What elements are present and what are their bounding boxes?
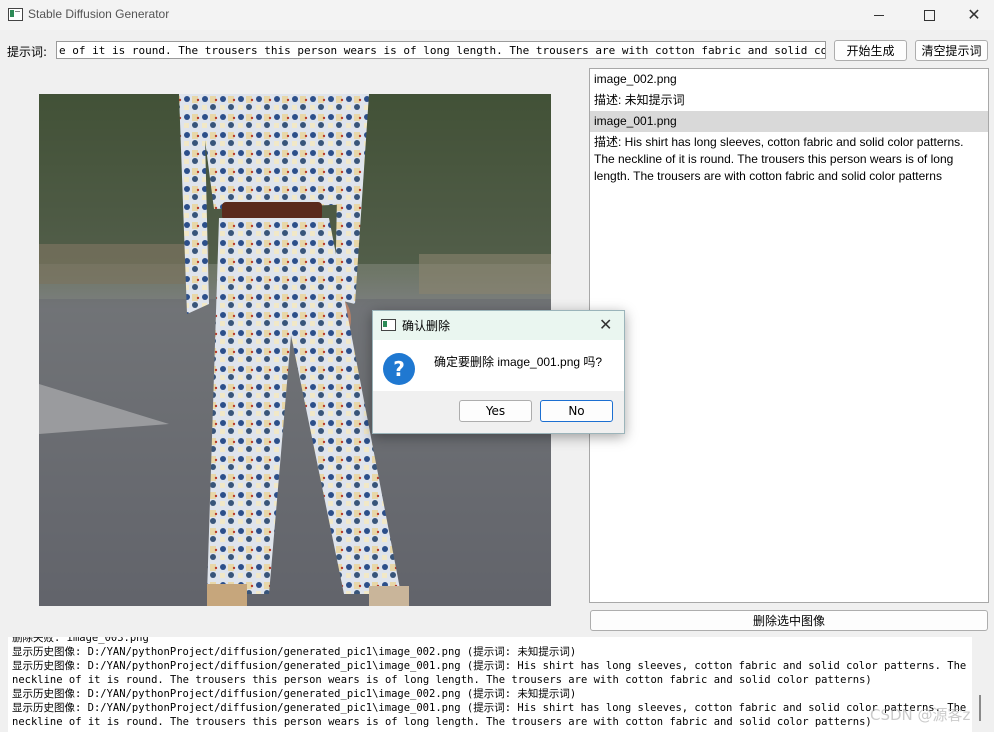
app-icon xyxy=(8,8,23,21)
delete-selected-button[interactable]: 删除选中图像 xyxy=(590,610,988,631)
list-item[interactable]: 描述: 未知提示词 xyxy=(590,90,988,111)
question-icon: ? xyxy=(383,353,415,385)
dialog-title-bar: 确认删除 ✕ xyxy=(373,311,624,340)
minimize-button[interactable] xyxy=(856,0,902,30)
close-icon: ✕ xyxy=(967,5,981,24)
maximize-button[interactable] xyxy=(906,0,952,30)
list-item-selected[interactable]: image_001.png xyxy=(590,111,988,132)
prompt-label: 提示词: xyxy=(7,45,48,59)
close-button[interactable]: ✕ xyxy=(951,0,994,30)
log-line: 显示历史图像: D:/YAN/pythonProject/diffusion/g… xyxy=(12,702,972,728)
watermark: CSDN @源客z xyxy=(870,706,971,724)
window-title: Stable Diffusion Generator xyxy=(28,7,170,21)
prompt-input[interactable]: e of it is round. The trousers this pers… xyxy=(56,41,826,59)
dialog-message: 确定要删除 image_001.png 吗? xyxy=(434,355,603,369)
log-line: 显示历史图像: D:/YAN/pythonProject/diffusion/g… xyxy=(12,646,577,658)
log-scrollbar[interactable] xyxy=(979,695,981,721)
list-item[interactable]: 描述: His shirt has long sleeves, cotton f… xyxy=(590,132,988,187)
list-item[interactable]: image_002.png xyxy=(590,69,988,90)
title-bar: Stable Diffusion Generator ✕ xyxy=(0,0,994,30)
log-line: 显示历史图像: D:/YAN/pythonProject/diffusion/g… xyxy=(12,688,577,700)
minimize-icon xyxy=(874,14,884,16)
no-button[interactable]: No xyxy=(540,400,613,422)
dialog-body: ? 确定要删除 image_001.png 吗? xyxy=(373,340,624,391)
log-line: 删除失败: image_003.png xyxy=(12,637,149,644)
maximize-icon xyxy=(923,9,935,21)
history-list[interactable]: image_002.png 描述: 未知提示词 image_001.png 描述… xyxy=(589,68,989,603)
yes-button[interactable]: Yes xyxy=(459,400,532,422)
clear-prompt-button[interactable]: 清空提示词 xyxy=(915,40,988,61)
log-line: 显示历史图像: D:/YAN/pythonProject/diffusion/g… xyxy=(12,660,972,686)
dialog-title: 确认删除 xyxy=(402,319,451,333)
app-icon xyxy=(381,319,396,331)
confirm-delete-dialog: 确认删除 ✕ ? 确定要删除 image_001.png 吗? Yes No xyxy=(372,310,625,434)
dialog-close-icon[interactable]: ✕ xyxy=(599,315,612,334)
generate-button[interactable]: 开始生成 xyxy=(834,40,907,61)
log-output[interactable]: 删除失败: image_003.png 显示历史图像: D:/YAN/pytho… xyxy=(8,637,972,732)
